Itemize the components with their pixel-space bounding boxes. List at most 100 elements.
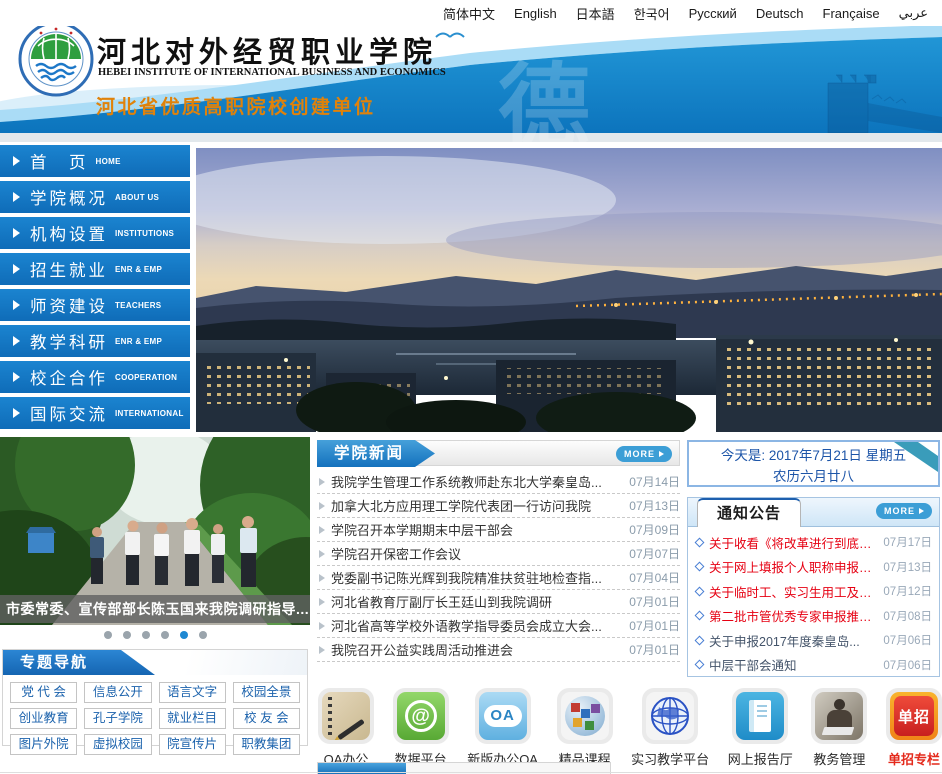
news-item[interactable]: 我院召开公益实践周活动推进会07月01日 (317, 638, 680, 662)
app-academic-admin[interactable]: 教务管理 (811, 688, 867, 768)
topic-link-employment[interactable]: 就业栏目 (159, 708, 226, 729)
nav-home[interactable]: 首 页HOME (0, 145, 190, 177)
carousel-photo[interactable]: 市委常委、宣传部部长陈玉国来我院调研指导... (0, 437, 310, 625)
carousel-dot-2[interactable] (123, 631, 131, 639)
news-item-title: 学院召开本学期期末中层干部会 (331, 520, 623, 539)
notices-more-button[interactable]: MORE (876, 503, 932, 519)
nav-sublabel: COOPERATION (115, 373, 177, 382)
carousel-dot-1[interactable] (104, 631, 112, 639)
nav-arrow-icon (13, 300, 20, 310)
app-label: 教务管理 (811, 749, 867, 768)
school-logo[interactable] (16, 19, 96, 99)
topic-link-campus-panorama[interactable]: 校园全景 (233, 682, 300, 703)
news-item-title: 河北省教育厅副厅长王廷山到我院调研 (331, 592, 623, 611)
carousel-caption[interactable]: 市委常委、宣传部部长陈玉国来我院调研指导... (0, 595, 310, 623)
notice-item[interactable]: 关于申报2017年度秦皇岛...07月06日 (695, 628, 932, 653)
topic-link-info-disclosure[interactable]: 信息公开 (84, 682, 151, 703)
news-photo-carousel: 市委常委、宣传部部长陈玉国来我院调研指导... (0, 437, 310, 645)
news-item-title: 我院召开公益实践周活动推进会 (331, 640, 623, 659)
wireframe-globe-icon (646, 692, 694, 740)
lang-link-en[interactable]: English (514, 6, 557, 21)
app-data-platform[interactable]: @ 数据平台 (393, 688, 449, 768)
lang-link-zh[interactable]: 简体中文 (443, 4, 495, 23)
app-tile: 单招 (886, 688, 942, 744)
lang-link-fr[interactable]: Française (823, 6, 880, 21)
notice-item[interactable]: 关于临时工、实习生用工及…07月12日 (695, 579, 932, 604)
news-item-date: 07月01日 (629, 617, 680, 634)
app-courses[interactable]: 精品课程 (557, 688, 613, 768)
news-item[interactable]: 加拿大北方应用理工学院代表团一行访问我院 07月13日 (317, 494, 680, 518)
nav-teachers[interactable]: 师资建设TEACHERS (0, 289, 190, 321)
carousel-dot-6[interactable] (199, 631, 207, 639)
news-item-date: 07月14日 (629, 473, 680, 490)
nav-international[interactable]: 国际交流INTERNATIONAL (0, 397, 190, 429)
notebook-pen-icon (322, 692, 370, 740)
main-nav: 首 页HOME 学院概况ABOUT US 机构设置INSTITUTIONS 招生… (0, 145, 190, 433)
app-tile (732, 688, 788, 744)
news-item[interactable]: 党委副书记陈光辉到我院精准扶贫驻地检查指...07月04日 (317, 566, 680, 590)
bullet-arrow-icon (319, 598, 325, 606)
nav-label: 教学科研 (30, 329, 108, 353)
notice-item[interactable]: 关于收看《将改革进行到底…07月17日 (695, 530, 932, 555)
app-new-oa[interactable]: OA 新版办公OA (467, 688, 538, 768)
topic-link-virtual-campus[interactable]: 虚拟校园 (84, 734, 151, 755)
lang-link-ja[interactable]: 日本語 (576, 4, 615, 23)
topic-link-photos[interactable]: 图片外院 (10, 734, 77, 755)
notice-item-title: 关于收看《将改革进行到底… (709, 533, 879, 552)
carousel-dot-4[interactable] (161, 631, 169, 639)
topic-link-promo-video[interactable]: 院宣传片 (159, 734, 226, 755)
more-label: MORE (624, 449, 655, 459)
nav-enrollment[interactable]: 招生就业ENR & EMP (0, 253, 190, 285)
topic-link-vocational-group[interactable]: 职教集团 (233, 734, 300, 755)
app-label: 实习教学平台 (631, 749, 709, 768)
notice-item[interactable]: 中层干部会通知07月06日 (695, 653, 932, 678)
topics-header: 专题导航 (3, 650, 307, 675)
topic-link-confucius[interactable]: 孔子学院 (84, 708, 151, 729)
nav-institutions[interactable]: 机构设置INSTITUTIONS (0, 217, 190, 249)
news-item[interactable]: 学院召开保密工作会议 07月07日 (317, 542, 680, 566)
nav-arrow-icon (13, 228, 20, 238)
app-label: 网上报告厅 (728, 749, 793, 768)
news-item[interactable]: 我院学生管理工作系统教师赴东北大学秦皇岛...07月14日 (317, 470, 680, 494)
nav-about[interactable]: 学院概况ABOUT US (0, 181, 190, 213)
topic-link-entrepreneurship[interactable]: 创业教育 (10, 708, 77, 729)
campus-banner-image (196, 148, 942, 432)
nav-sublabel: TEACHERS (115, 301, 161, 310)
nav-research[interactable]: 教学科研 ENR & EMP (0, 325, 190, 357)
lang-link-de[interactable]: Deutsch (756, 6, 804, 21)
lang-link-ru[interactable]: Русский (689, 6, 737, 21)
app-online-lecture-hall[interactable]: 网上报告厅 (728, 688, 793, 768)
notice-item[interactable]: 第二批市管优秀专家申报推…07月08日 (695, 604, 932, 629)
news-item[interactable]: 河北省教育厅副厅长王廷山到我院调研07月01日 (317, 590, 680, 614)
app-internship-platform[interactable]: 实习教学平台 (631, 688, 709, 768)
topic-link-language[interactable]: 语言文字 (159, 682, 226, 703)
app-oa-office[interactable]: OA办公 (318, 688, 374, 768)
topic-link-alumni[interactable]: 校 友 会 (233, 708, 300, 729)
notice-item-date: 07月08日 (883, 608, 932, 624)
news-item-title: 加拿大北方应用理工学院代表团一行访问我院 (331, 496, 623, 515)
news-more-button[interactable]: MORE (616, 446, 672, 462)
site-title: 河北对外经贸职业学院 (97, 29, 437, 71)
more-label: MORE (884, 506, 915, 516)
app-single-recruitment[interactable]: 单招 单招专栏 (886, 688, 942, 768)
app-tile (642, 688, 698, 744)
news-item[interactable]: 河北省高等学校外语教学指导委员会成立大会...07月01日 (317, 614, 680, 638)
nav-cooperation[interactable]: 校企合作COOPERATION (0, 361, 190, 393)
news-item-title: 党委副书记陈光辉到我院精准扶贫驻地检查指... (331, 568, 623, 587)
topic-link-party-congress[interactable]: 党 代 会 (10, 682, 77, 703)
person-laptop-icon (815, 692, 863, 740)
carousel-dot-5-active[interactable] (180, 631, 188, 639)
lang-link-ko[interactable]: 한국어 (634, 4, 670, 23)
news-item-title: 学院召开保密工作会议 (331, 544, 623, 563)
carousel-dot-3[interactable] (142, 631, 150, 639)
news-item[interactable]: 学院召开本学期期末中层干部会07月09日 (317, 518, 680, 542)
news-list: 我院学生管理工作系统教师赴东北大学秦皇岛...07月14日 加拿大北方应用理工学… (317, 466, 680, 662)
nav-sublabel: ENR & EMP (115, 337, 162, 346)
bullet-arrow-icon (319, 478, 325, 486)
news-item-date: 07月13日 (629, 497, 680, 514)
news-item-date: 07月07日 (629, 545, 680, 562)
notices-list: 关于收看《将改革进行到底…07月17日 关于网上填报个人职称申报…07月13日 … (688, 527, 939, 677)
notice-item[interactable]: 关于网上填报个人职称申报…07月13日 (695, 555, 932, 580)
bullet-arrow-icon (319, 526, 325, 534)
lang-link-ar[interactable]: عربي (899, 5, 928, 21)
